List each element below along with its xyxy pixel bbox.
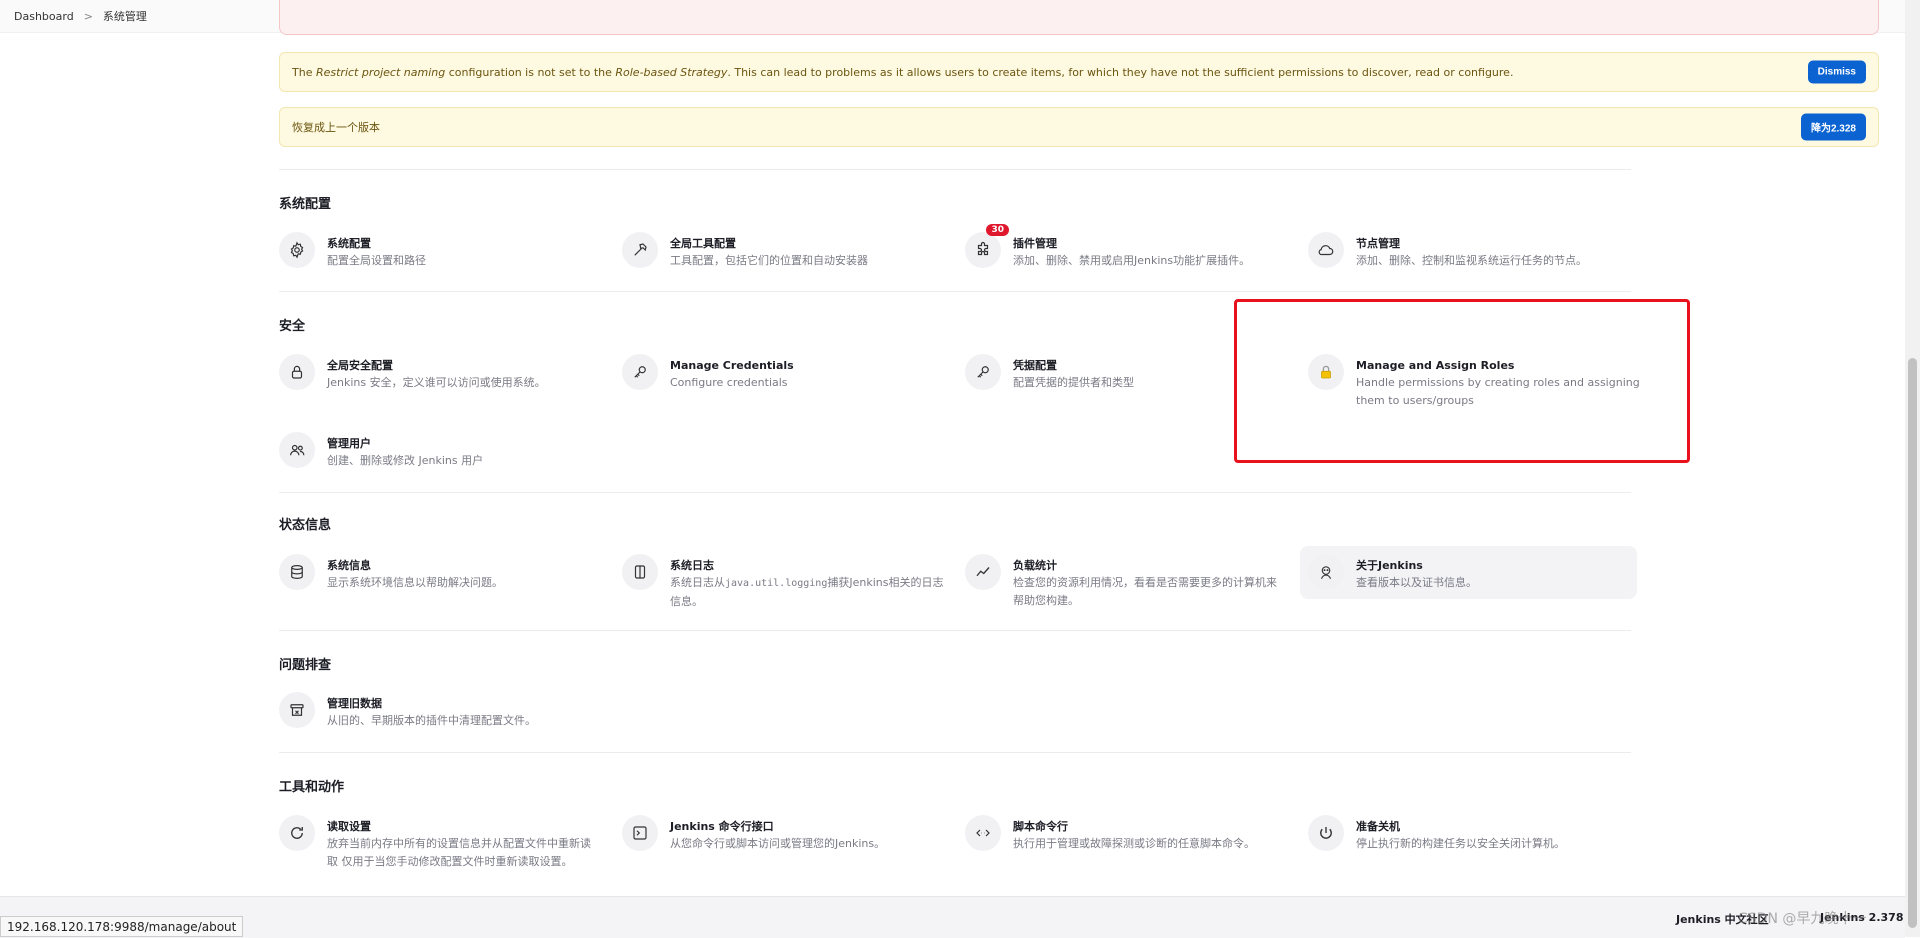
downgrade-alert: 恢复成上一个版本 降为2.328 xyxy=(279,107,1879,147)
reload-icon xyxy=(279,815,315,851)
item-name: 全局安全配置 xyxy=(327,359,393,372)
item-desc: 停止执行新的构建任务以安全关闭计算机。 xyxy=(1356,837,1565,850)
manage-item-load-stats[interactable]: 负载统计检查您的资源利用情况，看看是否需要更多的计算机来 帮助您构建。 xyxy=(965,554,1295,610)
restrict-naming-alert: The Restrict project naming configuratio… xyxy=(279,52,1879,92)
downgrade-button[interactable]: 降为2.328 xyxy=(1800,113,1866,141)
item-desc: 从您命令行或脚本访问或管理您的Jenkins。 xyxy=(670,837,886,850)
watermark: CSDN @早九晚十一 xyxy=(1738,911,1867,927)
item-name: 系统配置 xyxy=(327,237,371,250)
chart-icon xyxy=(965,554,1001,590)
footer: Jenkins 中文社区 Jenkins 2.378 xyxy=(0,896,1905,938)
chevron-right-icon: > xyxy=(83,9,93,23)
gear-icon xyxy=(279,232,315,268)
section-title-security: 安全 xyxy=(279,319,306,334)
item-name: 系统信息 xyxy=(327,559,371,572)
status-bar-url: 192.168.120.178:9988/manage/about xyxy=(0,916,244,937)
item-desc: 配置全局设置和路径 xyxy=(327,254,426,267)
section-title-troubleshooting: 问题排查 xyxy=(279,658,332,673)
item-name: 准备关机 xyxy=(1356,820,1400,833)
manage-item-cli[interactable]: Jenkins 命令行接口从您命令行或脚本访问或管理您的Jenkins。 xyxy=(622,815,952,853)
item-desc: Configure credentials xyxy=(670,376,788,389)
item-name: 脚本命令行 xyxy=(1013,820,1068,833)
vertical-scrollbar[interactable] xyxy=(1905,0,1920,937)
item-name: 负载统计 xyxy=(1013,559,1057,572)
item-desc: 添加、删除、禁用或启用Jenkins功能扩展插件。 xyxy=(1013,254,1251,267)
section-title-config: 系统配置 xyxy=(279,197,332,212)
breadcrumb-dashboard[interactable]: Dashboard xyxy=(14,10,74,23)
manage-item-global-tools[interactable]: 全局工具配置工具配置，包括它们的位置和自动安装器 xyxy=(622,232,952,270)
item-name: 管理旧数据 xyxy=(327,697,382,710)
divider xyxy=(279,169,1631,170)
alert-message: The Restrict project naming configuratio… xyxy=(292,65,1514,79)
manage-item-old-data[interactable]: 管理旧数据从旧的、早期版本的插件中清理配置文件。 xyxy=(279,692,609,730)
item-desc: 检查您的资源利用情况，看看是否需要更多的计算机来 帮助您构建。 xyxy=(1013,576,1277,607)
item-desc: 执行用于管理或故障探测或诊断的任意脚本命令。 xyxy=(1013,837,1255,850)
manage-item-system-info[interactable]: 系统信息显示系统环境信息以帮助解决问题。 xyxy=(279,554,609,592)
item-desc: 配置凭据的提供者和类型 xyxy=(1013,376,1134,389)
manage-item-prepare-shutdown[interactable]: 准备关机停止执行新的构建任务以安全关闭计算机。 xyxy=(1308,815,1638,853)
divider xyxy=(279,630,1631,631)
power-icon xyxy=(1308,815,1344,851)
users-icon xyxy=(279,432,315,468)
manage-item-about-jenkins[interactable]: 关于Jenkins 查看版本以及证书信息。 xyxy=(1308,554,1638,592)
item-desc: 查看版本以及证书信息。 xyxy=(1356,576,1477,589)
item-desc: 创建、删除或修改 Jenkins 用户 xyxy=(327,454,484,467)
cloud-icon xyxy=(1308,232,1344,268)
archive-icon xyxy=(279,692,315,728)
divider xyxy=(279,752,1631,753)
puzzle-icon: 30 xyxy=(965,224,1009,268)
item-name: 凭据配置 xyxy=(1013,359,1057,372)
manage-item-reload[interactable]: 读取设置放弃当前内存中所有的设置信息并从配置文件中重新读取 仅用于当您手动修改配… xyxy=(279,815,609,871)
manage-item-system-config[interactable]: 系统配置配置全局设置和路径 xyxy=(279,232,609,270)
highlight-annotation-box xyxy=(1234,299,1690,463)
item-name: Jenkins 命令行接口 xyxy=(670,820,774,833)
hammer-icon xyxy=(622,232,658,268)
item-name: 管理用户 xyxy=(327,437,371,450)
database-icon xyxy=(279,554,315,590)
item-name: Manage Credentials xyxy=(670,359,794,372)
error-banner xyxy=(279,0,1879,35)
key-icon xyxy=(965,354,1001,390)
item-name: 节点管理 xyxy=(1356,237,1400,250)
section-title-status: 状态信息 xyxy=(279,518,332,533)
scrollbar-thumb[interactable] xyxy=(1908,358,1917,928)
manage-item-users[interactable]: 管理用户创建、删除或修改 Jenkins 用户 xyxy=(279,432,609,470)
jenkins-icon xyxy=(1308,554,1344,590)
manage-item-nodes[interactable]: 节点管理添加、删除、控制和监视系统运行任务的节点。 xyxy=(1308,232,1638,270)
divider xyxy=(279,492,1631,493)
terminal-icon xyxy=(622,815,658,851)
item-name: 全局工具配置 xyxy=(670,237,736,250)
item-desc: 添加、删除、控制和监视系统运行任务的节点。 xyxy=(1356,254,1587,267)
section-title-tools: 工具和动作 xyxy=(279,780,345,795)
item-desc: 显示系统环境信息以帮助解决问题。 xyxy=(327,576,503,589)
manage-item-script-console[interactable]: 脚本命令行执行用于管理或故障探测或诊断的任意脚本命令。 xyxy=(965,815,1295,853)
breadcrumb-current[interactable]: 系统管理 xyxy=(103,8,147,24)
item-desc: Jenkins 安全，定义谁可以访问或使用系统。 xyxy=(327,376,546,389)
manage-item-global-security[interactable]: 全局安全配置 Jenkins 安全，定义谁可以访问或使用系统。 xyxy=(279,354,609,392)
manage-item-system-log[interactable]: 系统日志系统日志从java.util.logging捕获Jenkins相关的日志… xyxy=(622,554,952,611)
dismiss-button[interactable]: Dismiss xyxy=(1807,60,1866,84)
item-desc: 工具配置，包括它们的位置和自动安装器 xyxy=(670,254,868,267)
item-desc: 从旧的、早期版本的插件中清理配置文件。 xyxy=(327,714,536,727)
lock-icon xyxy=(279,354,315,390)
manage-item-credentials[interactable]: Manage Credentials Configure credentials xyxy=(622,354,952,392)
item-name: 读取设置 xyxy=(327,820,371,833)
downgrade-message: 恢复成上一个版本 xyxy=(292,121,380,134)
key-icon xyxy=(622,354,658,390)
divider xyxy=(279,291,1631,292)
item-name: 系统日志 xyxy=(670,559,714,572)
item-name: 关于Jenkins xyxy=(1356,559,1423,572)
plugin-updates-badge: 30 xyxy=(986,224,1009,236)
item-desc: 放弃当前内存中所有的设置信息并从配置文件中重新读取 仅用于当您手动修改配置文件时… xyxy=(327,837,591,868)
item-name: 插件管理 xyxy=(1013,237,1057,250)
code-icon xyxy=(965,815,1001,851)
log-icon xyxy=(622,554,658,590)
item-desc: 系统日志从java.util.logging捕获Jenkins相关的日志 信息。 xyxy=(670,576,944,608)
manage-item-plugins[interactable]: 30 插件管理添加、删除、禁用或启用Jenkins功能扩展插件。 xyxy=(965,224,1295,270)
